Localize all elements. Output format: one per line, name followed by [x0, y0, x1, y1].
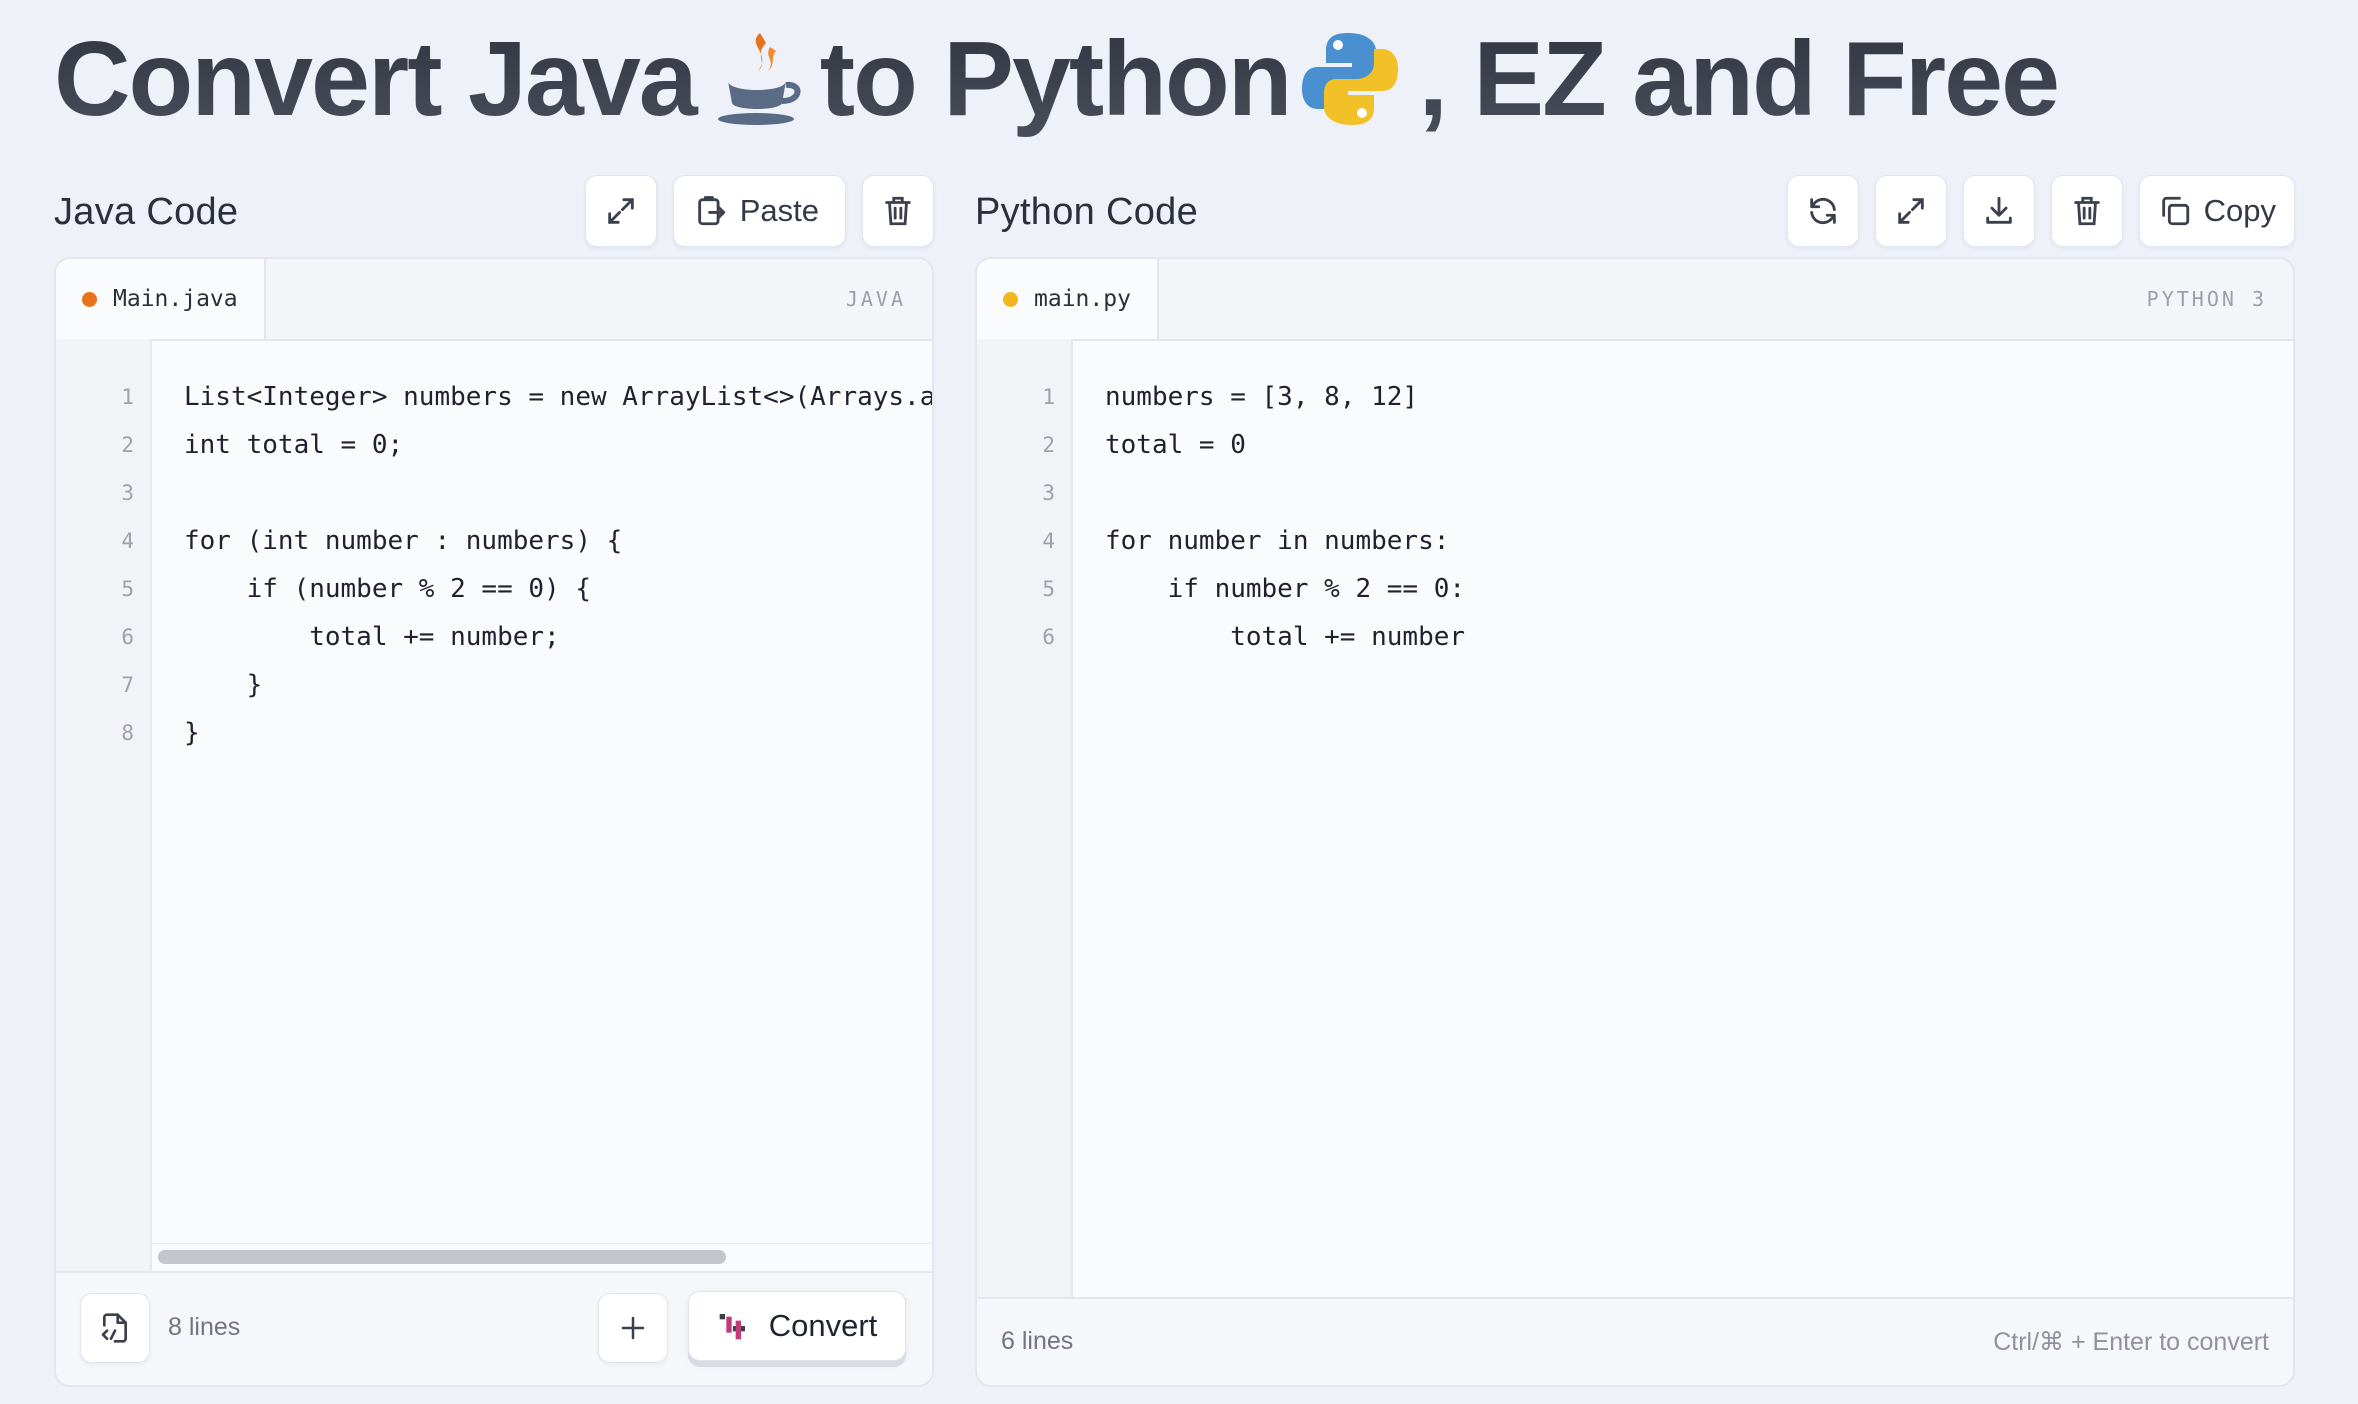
line-number: 1 — [1042, 385, 1055, 409]
java-lang-tag: JAVA — [845, 287, 906, 311]
expand-icon — [607, 198, 634, 224]
line-number: 4 — [1042, 529, 1055, 553]
title-part-3: , EZ and Free — [1418, 19, 2059, 138]
plus-icon — [621, 1316, 645, 1340]
page-title: Convert Java to Python , EZ and Free — [54, 14, 2058, 144]
code-line: for number in numbers: — [1105, 526, 1450, 556]
trash-icon — [2073, 196, 2100, 226]
python-tab-bar: main.py PYTHON 3 — [977, 259, 2293, 341]
java-horizontal-scrollbar[interactable] — [152, 1243, 932, 1268]
download-icon — [1985, 196, 2012, 224]
code-line: if number % 2 == 0: — [1105, 574, 1466, 604]
code-line: total = 0 — [1105, 430, 1246, 460]
line-number: 2 — [121, 433, 134, 457]
python-editor: main.py PYTHON 3 1 2 3 4 5 6 numbers = [… — [975, 257, 2295, 1387]
code-line: total += number; — [184, 622, 560, 652]
code-line: List<Integer> numbers = new ArrayList<>(… — [184, 382, 932, 412]
python-gutter: 1 2 3 4 5 6 — [977, 339, 1073, 1297]
code-line: total += number — [1105, 622, 1466, 652]
python-file-dot — [1003, 291, 1018, 307]
java-panel-heading: Java Code — [54, 190, 239, 233]
java-toolbar: Paste — [584, 175, 934, 249]
title-part-2: to Python — [819, 19, 1291, 138]
refresh-icon — [1809, 197, 1836, 225]
line-number: 4 — [121, 529, 134, 553]
java-code-area[interactable]: List<Integer> numbers = new ArrayList<>(… — [152, 339, 932, 1239]
java-clear-button[interactable] — [862, 175, 934, 247]
code-line: int total = 0; — [184, 430, 404, 460]
line-number: 6 — [1042, 625, 1055, 649]
trash-icon — [885, 196, 911, 226]
python-clear-button[interactable] — [2050, 175, 2123, 247]
paste-label: Paste — [739, 193, 819, 228]
python-file-tab[interactable]: main.py — [977, 259, 1159, 339]
line-number: 8 — [121, 721, 134, 745]
java-expand-button[interactable] — [584, 175, 657, 247]
copy-icon — [2161, 196, 2189, 226]
copy-label: Copy — [2203, 193, 2276, 228]
expand-icon — [1897, 198, 1924, 224]
refresh-button[interactable] — [1786, 175, 1859, 247]
code-line: } — [184, 718, 200, 748]
add-button[interactable] — [598, 1293, 668, 1363]
convert-label: Convert — [768, 1308, 878, 1343]
python-expand-button[interactable] — [1874, 175, 1947, 247]
python-toolbar: Copy — [1786, 175, 2295, 249]
convert-logo-icon — [719, 1314, 745, 1340]
java-footer: 8 lines Convert — [56, 1271, 932, 1385]
java-cup-icon — [710, 27, 806, 131]
java-gutter: 1 2 3 4 5 6 7 8 — [56, 339, 152, 1385]
code-line: numbers = [3, 8, 12] — [1105, 382, 1419, 412]
scrollbar-thumb[interactable] — [158, 1250, 726, 1264]
line-number: 7 — [121, 673, 134, 697]
line-number: 3 — [1042, 481, 1055, 505]
java-file-dot — [82, 291, 97, 307]
line-number: 3 — [121, 481, 134, 505]
python-line-count: 6 lines — [1001, 1327, 1074, 1355]
python-panel-heading: Python Code — [975, 190, 1199, 233]
python-logo-icon — [1300, 29, 1400, 129]
title-part-1: Convert Java — [54, 19, 696, 138]
paste-icon — [697, 196, 725, 226]
line-number: 2 — [1042, 433, 1055, 457]
convert-button[interactable]: Convert — [688, 1291, 906, 1361]
code-line: if (number % 2 == 0) { — [184, 574, 591, 604]
line-number: 5 — [1042, 577, 1055, 601]
python-footer: 6 lines Ctrl/⌘ + Enter to convert — [977, 1297, 2293, 1385]
line-number: 5 — [121, 577, 134, 601]
python-lang-tag: PYTHON 3 — [2146, 287, 2267, 311]
download-button[interactable] — [1962, 175, 2035, 247]
python-panel-header: Python Code Copy — [975, 175, 2295, 249]
line-number: 6 — [121, 625, 134, 649]
python-file-name: main.py — [1034, 286, 1131, 312]
java-line-count: 8 lines — [168, 1313, 241, 1341]
code-line: } — [184, 670, 263, 700]
paste-button[interactable]: Paste — [672, 175, 846, 247]
java-tab-bar: Main.java JAVA — [56, 259, 932, 341]
line-number: 1 — [121, 385, 134, 409]
java-file-tab[interactable]: Main.java — [56, 259, 266, 339]
java-file-name: Main.java — [113, 286, 238, 312]
code-line: for (int number : numbers) { — [184, 526, 623, 556]
python-code-area[interactable]: numbers = [3, 8, 12] total = 0 for numbe… — [1073, 339, 2293, 1299]
java-file-button[interactable] — [80, 1293, 150, 1363]
java-editor: Main.java JAVA 1 2 3 4 5 6 7 8 List<Inte… — [54, 257, 934, 1387]
shortcut-hint: Ctrl/⌘ + Enter to convert — [1993, 1328, 2269, 1356]
java-panel-header: Java Code Paste — [54, 175, 934, 249]
copy-button[interactable]: Copy — [2138, 175, 2295, 247]
file-code-icon — [101, 1313, 127, 1343]
